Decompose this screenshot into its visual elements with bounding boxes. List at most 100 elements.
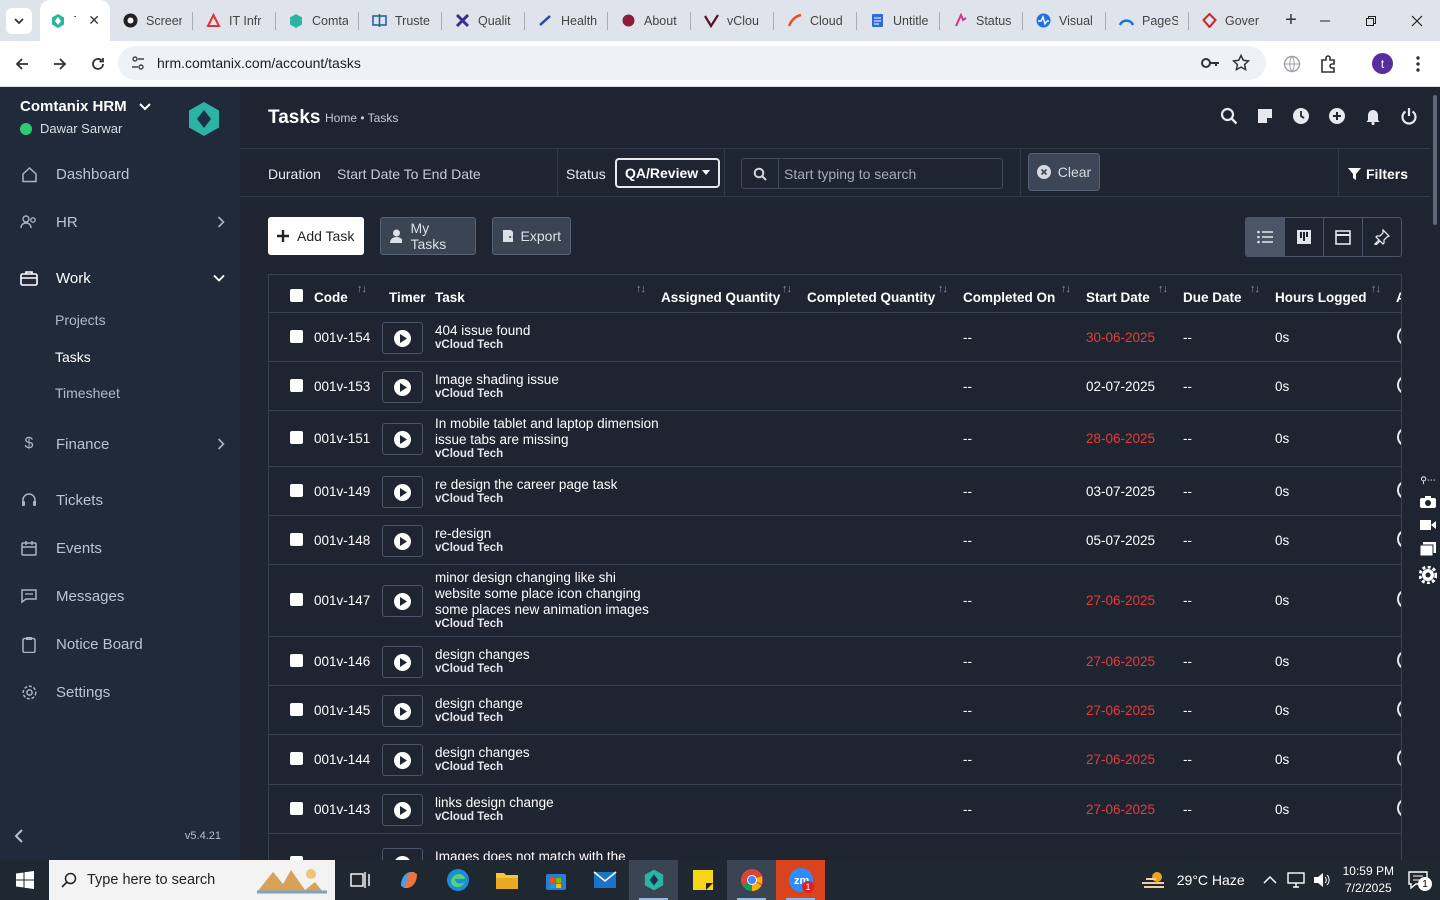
window-icon[interactable] xyxy=(1419,541,1437,557)
add-task-button[interactable]: Add Task xyxy=(268,217,364,255)
start-timer-button[interactable] xyxy=(382,794,423,826)
store-icon[interactable] xyxy=(531,860,580,900)
row-checkbox[interactable] xyxy=(290,802,303,815)
collapse-sidebar-icon[interactable] xyxy=(14,829,24,843)
task-project[interactable]: vCloud Tech xyxy=(435,712,665,725)
task-code[interactable]: 001v-153 xyxy=(314,379,370,394)
taskbar-search[interactable]: Type here to search xyxy=(49,860,335,900)
row-action-button[interactable] xyxy=(1397,589,1401,609)
notification-icon[interactable]: 1 xyxy=(1408,871,1432,891)
start-timer-button[interactable] xyxy=(382,695,423,727)
task-code[interactable]: 001v-145 xyxy=(314,703,370,718)
row-checkbox[interactable] xyxy=(290,654,303,667)
browser-tab[interactable]: About xyxy=(608,0,690,41)
sidebar-item-notice-board[interactable]: Notice Board xyxy=(0,624,240,664)
pinned-view-icon[interactable] xyxy=(1363,218,1401,256)
mail-icon[interactable] xyxy=(580,860,629,900)
task-project[interactable]: vCloud Tech xyxy=(435,388,665,401)
file-explorer-icon[interactable] xyxy=(482,860,531,900)
browser-tab[interactable]: Visual xyxy=(1023,0,1105,41)
copilot-icon[interactable] xyxy=(384,860,433,900)
pin-tools-icon[interactable]: ⚲⋯ xyxy=(1420,475,1436,486)
clock[interactable]: 10:59 PM 7/2/2025 xyxy=(1343,863,1394,897)
table-row[interactable]: 001v-154 404 issue found vCloud Tech -- 3… xyxy=(269,313,1401,362)
table-row[interactable]: 001v-143 links design change vCloud Tech… xyxy=(269,785,1401,834)
row-action-button[interactable] xyxy=(1397,375,1401,395)
task-project[interactable]: vCloud Tech xyxy=(435,618,665,631)
sort-icon[interactable]: ↑↓ xyxy=(636,283,646,295)
row-checkbox[interactable] xyxy=(290,593,303,606)
row-action-button[interactable] xyxy=(1397,699,1401,719)
clock-icon[interactable] xyxy=(1292,107,1310,125)
restore-icon[interactable] xyxy=(1348,0,1394,41)
site-info-icon[interactable] xyxy=(130,55,146,71)
start-timer-button[interactable] xyxy=(382,525,423,557)
sidebar-item-tickets[interactable]: Tickets xyxy=(0,480,240,520)
start-timer-button[interactable] xyxy=(382,476,423,508)
browser-tab[interactable]: IT Infr xyxy=(193,0,275,41)
task-project[interactable]: vCloud Tech xyxy=(435,761,665,774)
brand-switcher[interactable]: Comtanix HRM xyxy=(20,98,151,115)
row-action-button[interactable] xyxy=(1397,650,1401,670)
sidebar-item-finance[interactable]: $ Finance xyxy=(0,424,240,464)
sticky-notes-app-icon[interactable] xyxy=(678,860,727,900)
col-task[interactable]: Task xyxy=(435,290,465,305)
task-code[interactable]: 001v-144 xyxy=(314,752,370,767)
task-title[interactable]: re-design xyxy=(435,526,665,542)
row-action-button[interactable] xyxy=(1397,798,1401,818)
chrome-icon[interactable] xyxy=(727,860,776,900)
sort-icon[interactable]: ↑↓ xyxy=(1061,283,1071,295)
search-input[interactable] xyxy=(779,165,989,182)
sticky-notes-icon[interactable] xyxy=(1256,107,1274,125)
row-action-button[interactable] xyxy=(1397,427,1401,447)
breadcrumb[interactable]: Home • Tasks xyxy=(325,111,398,125)
sort-icon[interactable]: ↑↓ xyxy=(357,283,367,295)
export-button[interactable]: Export xyxy=(492,217,571,255)
row-checkbox[interactable] xyxy=(290,703,303,716)
task-title[interactable]: design changes xyxy=(435,745,665,761)
task-title[interactable]: design changes xyxy=(435,647,665,663)
profile-avatar[interactable]: t xyxy=(1372,53,1393,74)
task-title[interactable]: links design change xyxy=(435,795,665,811)
table-row[interactable]: Images does not match with the xyxy=(269,834,1401,860)
edge-icon[interactable] xyxy=(433,860,482,900)
task-title[interactable]: Image shading issue xyxy=(435,372,665,388)
bell-icon[interactable] xyxy=(1364,107,1382,125)
start-timer-button[interactable] xyxy=(382,371,423,403)
sidebar-item-work[interactable]: Work xyxy=(0,258,240,298)
browser-menu-icon[interactable] xyxy=(1410,54,1426,74)
task-title[interactable]: re design the career page task xyxy=(435,477,665,493)
col-hours-logged[interactable]: Hours Logged xyxy=(1275,290,1367,305)
start-timer-button[interactable] xyxy=(382,322,423,354)
table-row[interactable]: 001v-145 design change vCloud Tech -- 27-… xyxy=(269,686,1401,735)
calendar-view-icon[interactable] xyxy=(1324,218,1363,256)
task-title[interactable]: 404 issue found xyxy=(435,323,665,339)
row-action-button[interactable] xyxy=(1397,480,1401,500)
row-action-button[interactable] xyxy=(1397,529,1401,549)
browser-tab[interactable]: PageS xyxy=(1106,0,1188,41)
my-tasks-button[interactable]: My Tasks xyxy=(380,217,476,255)
start-timer-button[interactable] xyxy=(382,646,423,678)
browser-tab-active[interactable]: Ta ✕ xyxy=(40,0,110,41)
clear-filters-button[interactable]: Clear xyxy=(1028,153,1100,191)
sidebar-subitem-projects[interactable]: Projects xyxy=(55,312,106,328)
sort-icon[interactable]: ↑↓ xyxy=(1371,283,1381,295)
task-code[interactable]: 001v-149 xyxy=(314,484,370,499)
col-code[interactable]: Code xyxy=(314,290,348,305)
volume-icon[interactable] xyxy=(1313,872,1331,888)
close-window-icon[interactable] xyxy=(1394,0,1440,41)
task-project[interactable]: vCloud Tech xyxy=(435,493,665,506)
new-tab-button[interactable]: + xyxy=(1277,7,1305,35)
task-code[interactable]: 001v-143 xyxy=(314,802,370,817)
col-due-date[interactable]: Due Date xyxy=(1183,290,1242,305)
sidebar-item-settings[interactable]: Settings xyxy=(0,672,240,712)
zoom-icon[interactable]: zm 1 xyxy=(776,860,825,900)
col-completed-quantity[interactable]: Completed Quantity xyxy=(807,290,935,305)
date-range-picker[interactable]: Start Date To End Date xyxy=(337,166,481,182)
task-code[interactable]: 001v-148 xyxy=(314,533,370,548)
back-button[interactable] xyxy=(4,46,40,82)
password-key-icon[interactable] xyxy=(1200,55,1220,71)
col-assigned-quantity[interactable]: Assigned Quantity xyxy=(661,290,780,305)
task-project[interactable]: vCloud Tech xyxy=(435,339,665,352)
forward-button[interactable] xyxy=(42,46,78,82)
